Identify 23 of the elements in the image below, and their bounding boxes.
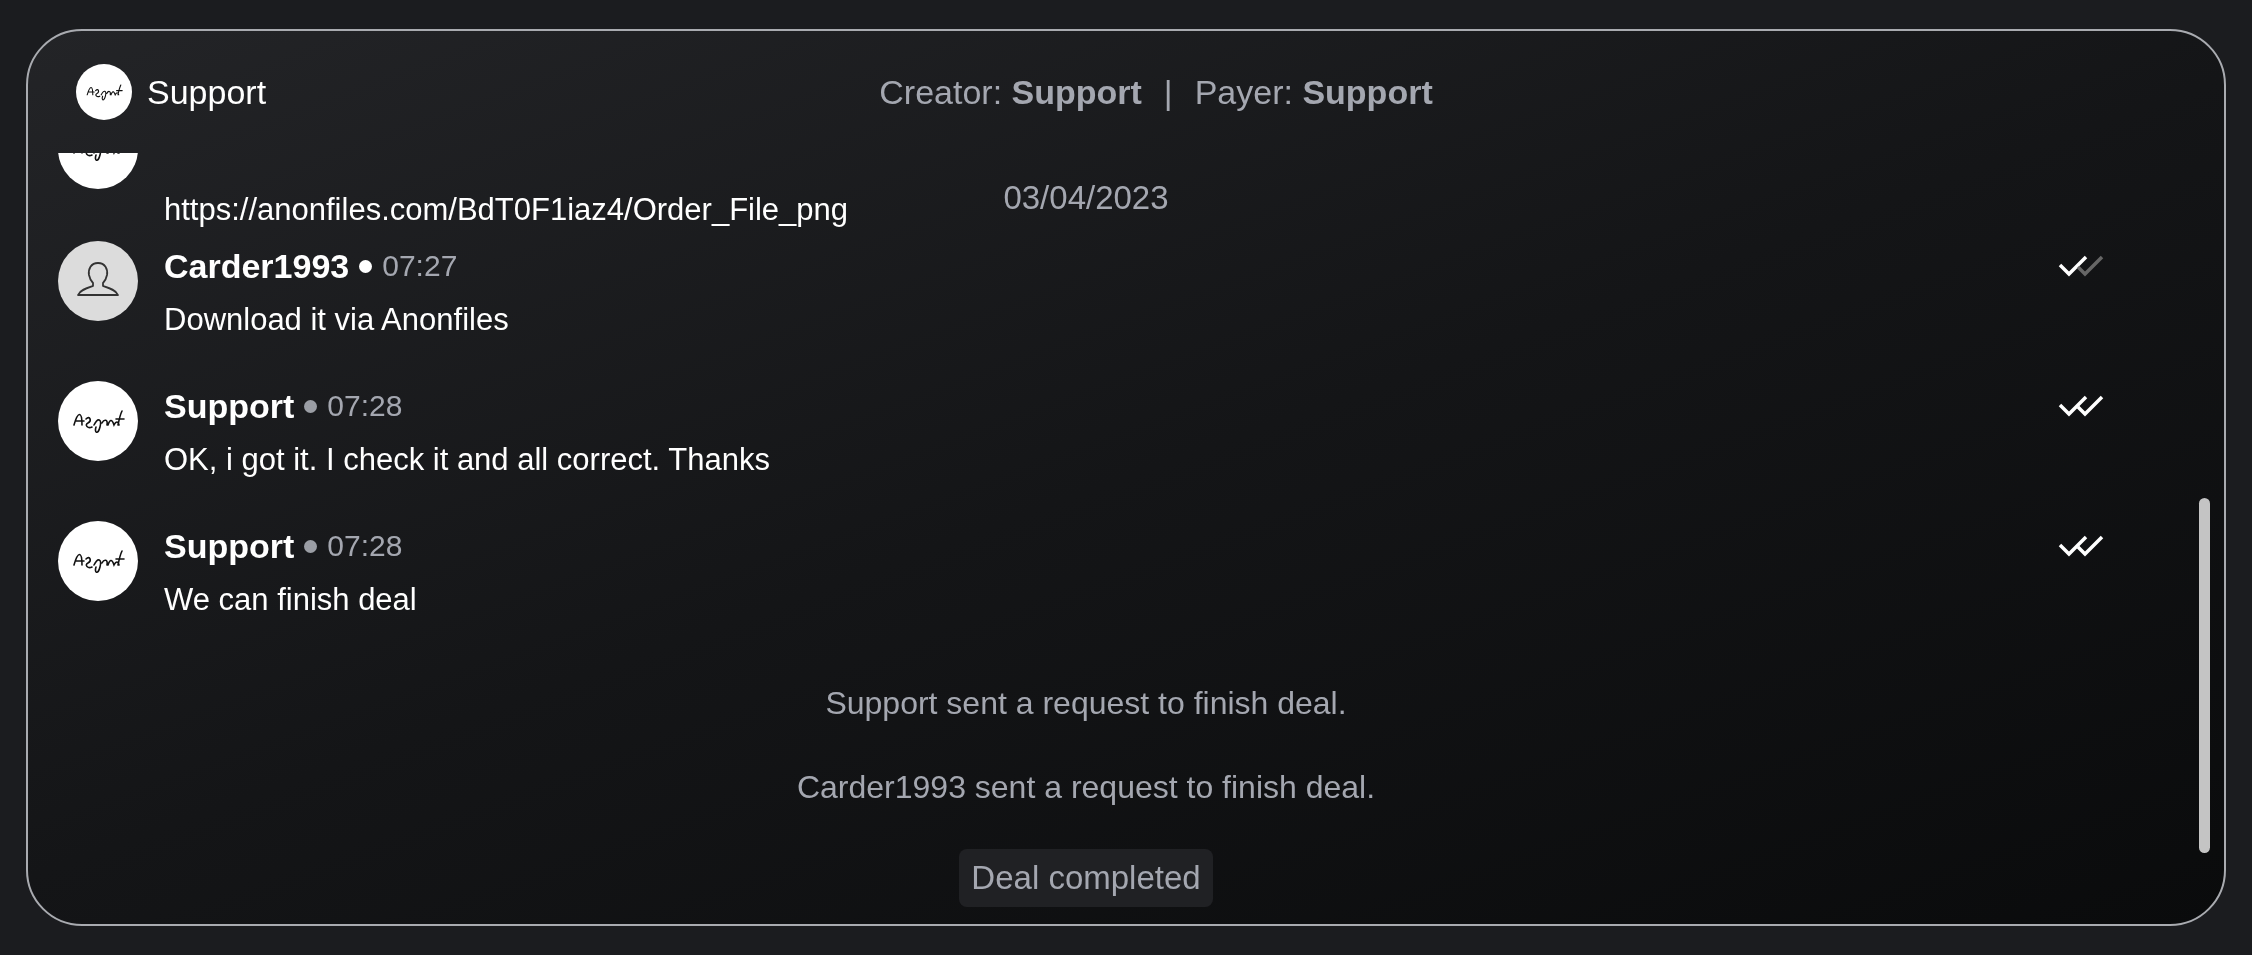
author-name: Support [164, 386, 295, 426]
signature-avatar-icon [58, 521, 138, 601]
author-name: Carder1993 [164, 246, 350, 286]
user-avatar-icon [58, 241, 138, 321]
date-label: 03/04/2023 [1003, 179, 1169, 218]
message-time: 07:28 [327, 389, 403, 423]
message-text: Download it via Anonfiles [164, 301, 509, 339]
author-name: Support [164, 526, 295, 566]
message-text: We can finish deal [164, 581, 417, 619]
chat-title: Support [147, 72, 267, 112]
system-message: Support sent a request to finish deal. [825, 684, 1347, 722]
message-time: 07:28 [327, 529, 403, 563]
scrollbar[interactable] [2199, 498, 2210, 853]
deal-status-badge: Deal completed [959, 849, 1213, 907]
system-message: Carder1993 sent a request to finish deal. [796, 768, 1376, 806]
creator-label: Creator: Support [879, 72, 1142, 112]
message-time: 07:27 [382, 249, 458, 283]
message-text: https://anonfiles.com/BdT0F1iaz4/Order_File_png [164, 191, 849, 229]
signature-avatar-icon [76, 64, 132, 120]
message-text: OK, i got it. I check it and all correct. Thanks [164, 441, 770, 479]
separator: | [1163, 72, 1173, 112]
signature-avatar-icon [58, 381, 138, 461]
payer-label: Payer: Support [1194, 72, 1433, 112]
